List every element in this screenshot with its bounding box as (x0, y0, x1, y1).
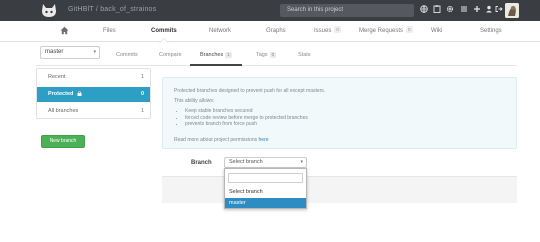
branch-filter-count: 1 (140, 74, 144, 80)
gitlab-cat-logo-icon[interactable] (41, 3, 57, 18)
project-title[interactable]: GitHBlT / back_of_strainos (68, 6, 156, 13)
active-tab-underline (190, 64, 242, 66)
search-input[interactable]: Search in this project (280, 4, 414, 17)
nav-wiki[interactable]: Wiki (431, 21, 442, 42)
branch-select[interactable]: Select branch ▾ (224, 157, 307, 168)
branch-select-value: Select branch (229, 159, 263, 165)
nav-files[interactable]: Files (103, 21, 116, 42)
gear-icon[interactable] (445, 5, 454, 15)
info-bullet-list: Keep stable branches secured forced code… (181, 108, 308, 128)
new-branch-button[interactable]: New branch (41, 135, 85, 148)
info-abilities-heading: This ability allows: (174, 98, 215, 104)
nav-graphs[interactable]: Graphs (266, 21, 286, 42)
sub-nav: master ▾ Commits Compare Branches 1 Tags 0… (36, 42, 517, 66)
info-description: Protected branches designed to prevent p… (174, 88, 326, 94)
globe-icon[interactable] (419, 5, 428, 15)
avatar[interactable] (505, 3, 519, 18)
nav-commits[interactable]: Commits (151, 21, 177, 43)
merge-requests-count-badge: 0 (406, 26, 413, 33)
clipboard-icon[interactable] (432, 5, 441, 15)
dropdown-search-input[interactable] (228, 173, 303, 183)
branch-filter-all[interactable]: All branches 1 (37, 104, 150, 119)
dropdown-option-select-branch[interactable]: Select branch (225, 187, 306, 197)
branch-filter-protected[interactable]: Protected 0 (37, 87, 150, 102)
tab-compare[interactable]: Compare (159, 52, 182, 58)
nav-issues[interactable]: Issues 0 (314, 21, 341, 42)
main-nav: Files Commits Network Graphs Issues 0 Mer… (0, 21, 540, 43)
branch-filter-label: All branches (48, 108, 79, 114)
nav-network[interactable]: Network (209, 21, 231, 42)
signout-icon[interactable] (494, 5, 503, 15)
tab-tags[interactable]: Tags 0 (256, 52, 277, 58)
branch-field-label: Branch (191, 160, 212, 166)
chevron-down-icon: ▾ (300, 159, 303, 165)
plus-icon[interactable] (472, 5, 481, 15)
nav-settings[interactable]: Settings (480, 21, 502, 42)
tab-commits[interactable]: Commits (116, 52, 138, 58)
branch-dropdown-menu: Select branch master (224, 168, 307, 209)
branch-filter-count: 0 (140, 91, 144, 97)
tags-count-badge: 0 (269, 52, 277, 58)
permissions-link[interactable]: here (259, 137, 269, 143)
lock-icon (77, 91, 82, 96)
ref-switcher-select[interactable]: master ▾ (40, 46, 100, 59)
issues-count-badge: 0 (334, 26, 341, 33)
tasks-icon[interactable] (459, 5, 468, 15)
branch-filter-panel: Recent 1 Protected 0 All branches 1 (36, 68, 151, 119)
info-footer-text: Read more about project permissions (174, 137, 259, 143)
user-icon[interactable] (484, 5, 493, 15)
protected-branches-info: Protected branches designed to prevent p… (162, 77, 517, 149)
form-actions-area (162, 176, 517, 203)
branch-filter-label: Recent (48, 74, 66, 80)
dropdown-option-master[interactable]: master (225, 198, 306, 208)
ref-switcher-value: master (45, 49, 64, 55)
top-header: GitHBlT / back_of_strainos Search in thi… (0, 0, 540, 21)
home-icon[interactable] (60, 26, 69, 35)
list-item: prevents branch from force push (185, 121, 308, 128)
info-footer: Read more about project permissions here (174, 137, 269, 143)
branch-filter-count: 1 (140, 108, 144, 114)
chevron-down-icon: ▾ (93, 49, 96, 55)
branch-filter-recent[interactable]: Recent 1 (37, 70, 150, 85)
tab-branches[interactable]: Branches 1 (200, 52, 232, 58)
nav-merge-requests[interactable]: Merge Requests 0 (359, 21, 413, 42)
tab-stats[interactable]: Stats (298, 52, 311, 58)
branch-filter-label: Protected (48, 91, 74, 97)
branches-count-badge: 1 (225, 52, 232, 58)
